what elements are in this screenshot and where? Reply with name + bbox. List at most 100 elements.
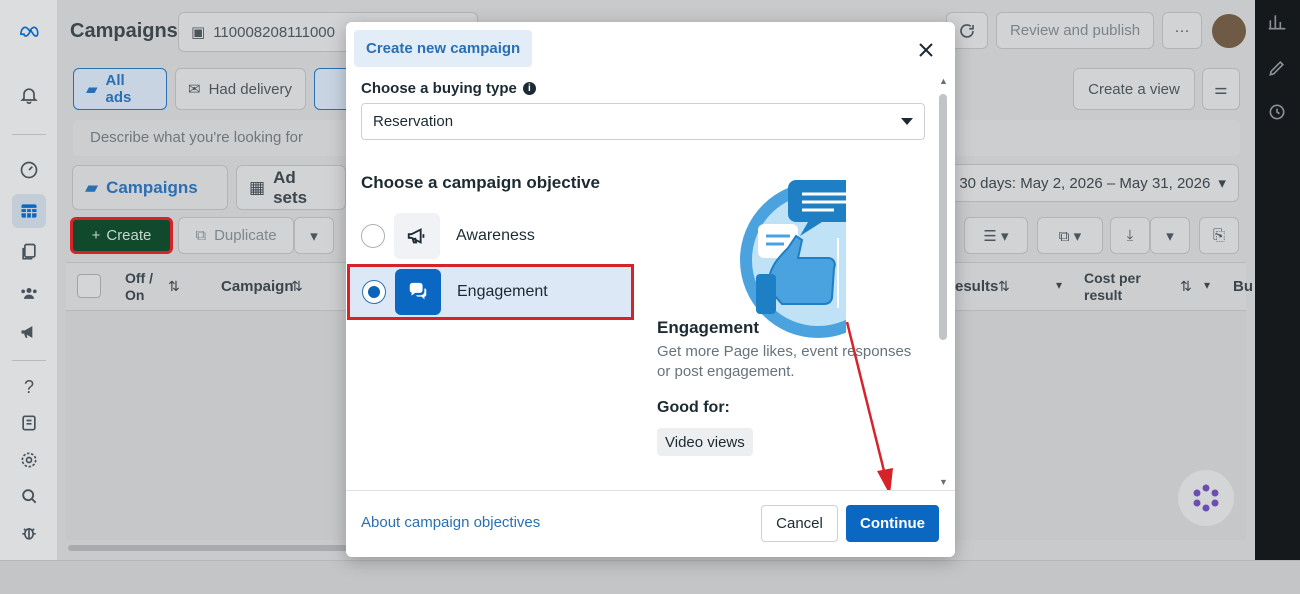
review-publish-button[interactable]: Review and publish (996, 12, 1154, 49)
export-dropdown[interactable]: ▾ (1150, 217, 1190, 254)
reports-button[interactable]: ⧉ ▾ (1037, 217, 1103, 254)
bell-icon[interactable] (12, 78, 46, 112)
close-icon (919, 43, 933, 57)
horizontal-scrollbar[interactable] (68, 545, 348, 551)
sort-icon[interactable]: ⇅ (291, 278, 303, 295)
grid-icon: ▦ (249, 177, 266, 197)
scroll-up-icon[interactable]: ▲ (939, 76, 948, 86)
col-off-on[interactable]: Off / On (125, 270, 165, 304)
bug-report-icon[interactable] (12, 516, 46, 550)
date-range-label: t 30 days: May 2, 2026 – May 31, 2026 (951, 174, 1211, 192)
meta-logo-icon[interactable] (12, 14, 46, 48)
view-settings-button[interactable]: ⚌ (1202, 68, 1240, 110)
bottom-bar (0, 560, 1300, 594)
duplicate-button[interactable]: ⧉ Duplicate (178, 217, 294, 254)
dialog-scrollbar[interactable]: ▲ ▼ (938, 76, 948, 490)
buying-type-select[interactable]: Reservation (361, 103, 925, 140)
col-cost-per-result[interactable]: Cost per result (1084, 270, 1154, 304)
col-budget[interactable]: Bu (1233, 278, 1253, 295)
create-view-button[interactable]: Create a view (1073, 68, 1195, 110)
tab-ad-sets[interactable]: ▦ Ad sets (236, 165, 346, 210)
sort-icon[interactable]: ⇅ (168, 278, 180, 295)
tab-ad-sets-label: Ad sets (273, 167, 308, 207)
awareness-radio[interactable] (361, 223, 385, 248)
continue-button[interactable]: Continue (846, 505, 939, 542)
settings-gear-icon[interactable] (12, 443, 46, 477)
good-for-tag: Video views (657, 428, 753, 456)
bar-chart-icon[interactable] (1267, 12, 1287, 32)
cancel-button[interactable]: Cancel (761, 505, 838, 542)
ads-manager-table-icon[interactable] (12, 194, 46, 228)
duplicate-dropdown[interactable]: ▾ (294, 217, 334, 254)
breakdown-button[interactable]: ☰ ▾ (964, 217, 1028, 254)
tab-campaigns[interactable]: ▰ Campaigns (72, 165, 228, 210)
filter-all-ads-label: All ads (105, 72, 132, 106)
pencil-icon[interactable] (1267, 58, 1287, 78)
engagement-radio[interactable] (362, 280, 386, 304)
audience-people-icon[interactable] (12, 276, 46, 310)
folder-icon: ▰ (86, 81, 98, 98)
rail-divider (12, 134, 46, 135)
account-id: 110008208111000 (213, 23, 335, 41)
duplicate-icon: ⧉ (195, 227, 207, 244)
chevron-down-icon: ▾ (1218, 175, 1226, 192)
about-objectives-link[interactable]: About campaign objectives (361, 514, 540, 531)
col-campaign[interactable]: Campaign (221, 278, 294, 295)
left-navigation-rail: ? (0, 0, 58, 560)
dashboard-gauge-icon[interactable] (12, 153, 46, 187)
sort-icon[interactable]: ⇅ (998, 278, 1010, 295)
info-icon[interactable]: i (522, 82, 536, 95)
col-results[interactable]: esults (955, 278, 998, 295)
chat-bubbles-icon (395, 269, 441, 315)
campaign-megaphone-icon[interactable] (12, 315, 46, 349)
reports-icon[interactable] (12, 406, 46, 440)
date-range-picker[interactable]: t 30 days: May 2, 2026 – May 31, 2026 ▾ (938, 164, 1239, 202)
buying-type-heading: Choose a buying type i (361, 80, 536, 97)
help-icon[interactable]: ? (12, 370, 46, 404)
dialog-footer: About campaign objectives Cancel Continu… (346, 490, 955, 557)
sort-icon[interactable]: ⇅ (1180, 278, 1192, 295)
delivery-icon: ✉ (188, 81, 201, 98)
history-clock-icon[interactable] (1267, 102, 1287, 122)
scroll-down-icon[interactable]: ▼ (939, 477, 948, 487)
export-button[interactable]: ⤓ (1110, 217, 1150, 254)
campaigns-folder-icon: ▰ (85, 177, 99, 197)
chevron-down-icon (901, 117, 913, 125)
create-button[interactable]: + Create (70, 217, 173, 254)
page-title: Campaigns (70, 20, 178, 42)
assistant-flower-icon (1193, 484, 1219, 512)
column-menu-icon[interactable]: ▾ (1204, 278, 1210, 292)
duplicate-button-label: Duplicate (214, 227, 277, 244)
scrollbar-thumb[interactable] (939, 94, 947, 340)
filter-all-ads[interactable]: ▰ All ads (73, 68, 167, 110)
more-options-button[interactable]: ··· (1162, 12, 1202, 49)
dialog-title: Create new campaign (354, 30, 533, 67)
buying-type-label: Choose a buying type (361, 80, 517, 97)
awareness-label: Awareness (456, 226, 535, 244)
refresh-icon (960, 23, 974, 38)
megaphone-icon (394, 212, 440, 259)
objective-detail-title: Engagement (657, 318, 760, 337)
account-icon: ▣ (191, 24, 206, 41)
column-menu-icon[interactable]: ▾ (1056, 278, 1062, 292)
select-all-checkbox[interactable] (77, 274, 101, 298)
chart-toggle-button[interactable]: ⎘ (1199, 217, 1239, 254)
tab-campaigns-label: Campaigns (106, 177, 198, 197)
create-campaign-dialog: Create new campaign Choose a buying type… (346, 22, 955, 557)
create-button-label: Create (106, 227, 152, 244)
close-button[interactable] (914, 38, 938, 62)
right-tools-strip (1255, 0, 1300, 560)
good-for-label: Good for: (657, 399, 730, 416)
engagement-label: Engagement (457, 283, 548, 300)
rail-divider (12, 360, 46, 361)
buying-type-value: Reservation (373, 113, 454, 130)
sliders-icon: ⚌ (1214, 81, 1228, 98)
filter-had-delivery[interactable]: ✉ Had delivery (175, 68, 306, 110)
avatar[interactable] (1212, 14, 1246, 48)
objective-engagement[interactable]: Engagement (347, 264, 634, 320)
pages-icon[interactable] (12, 235, 46, 269)
objective-awareness[interactable]: Awareness (346, 208, 634, 263)
search-icon[interactable] (12, 479, 46, 513)
annotation-arrow-icon (845, 321, 893, 495)
ai-assistant-button[interactable] (1178, 470, 1234, 526)
